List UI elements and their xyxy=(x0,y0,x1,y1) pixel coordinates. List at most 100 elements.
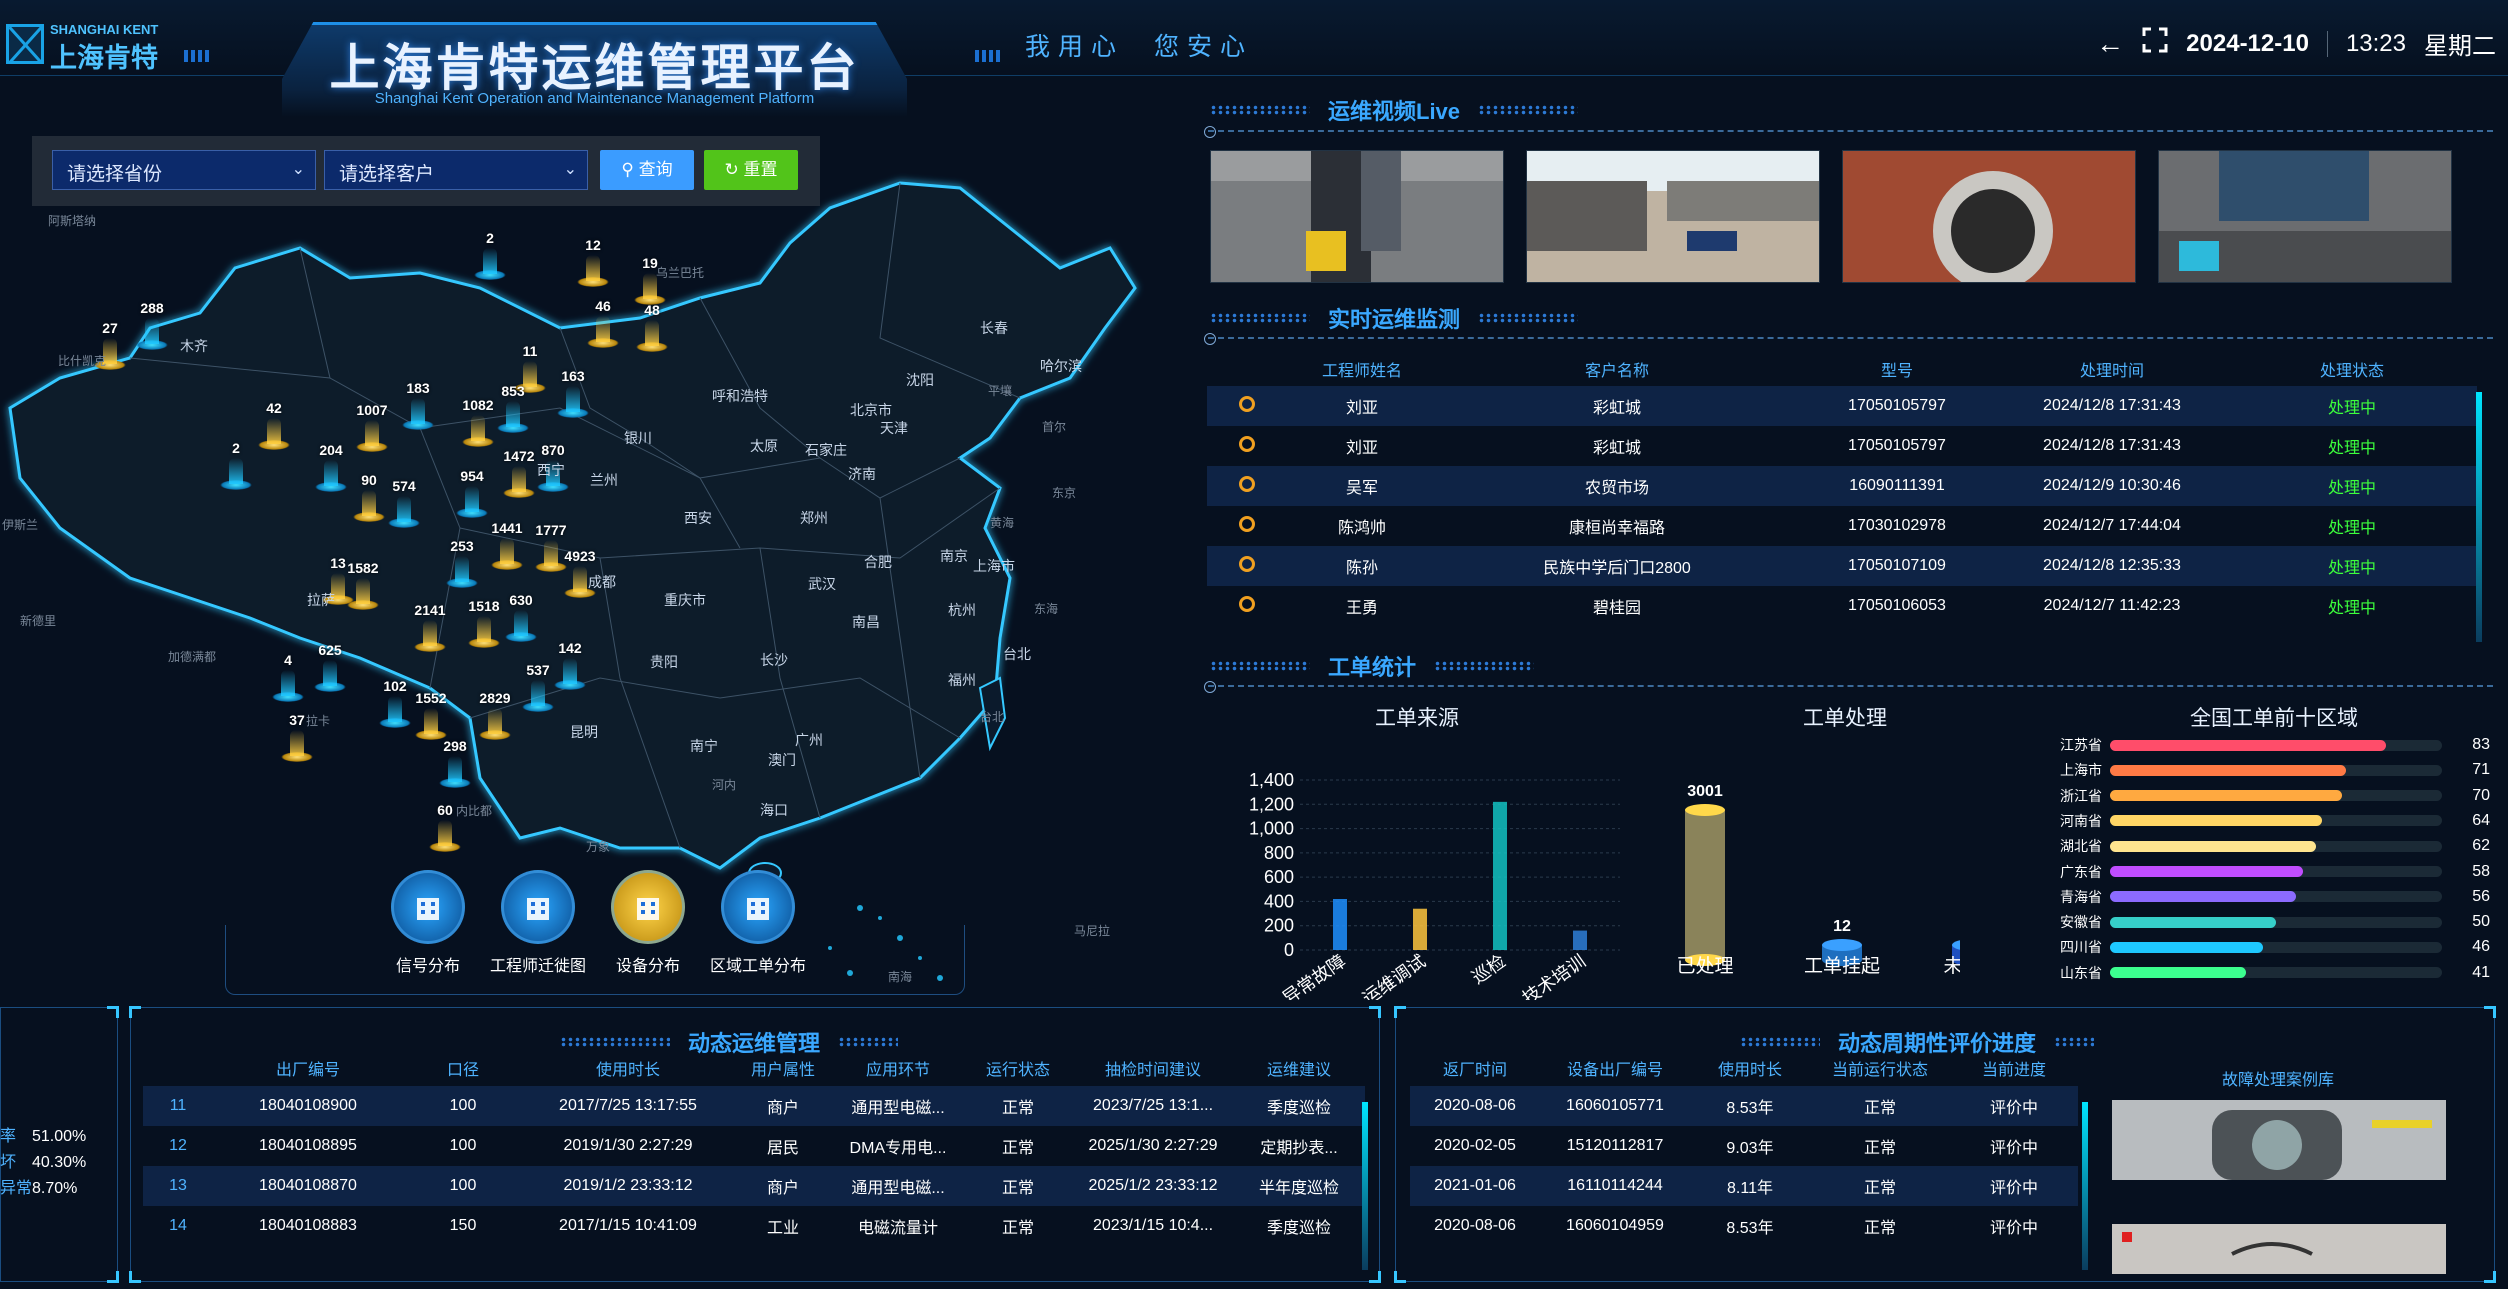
map-marker[interactable]: 102 xyxy=(375,678,415,728)
dynamic-scrollbar[interactable] xyxy=(1362,1102,1368,1270)
panel-corner xyxy=(1369,1006,1381,1018)
marker-value: 12 xyxy=(585,237,601,253)
region-label: 伊斯兰 xyxy=(2,518,39,532)
table-cell: 17050107109 xyxy=(1797,546,1997,586)
map-marker[interactable]: 46 xyxy=(583,298,623,348)
case-image-1[interactable] xyxy=(2112,1100,2446,1180)
table-row[interactable]: 14 18040108883 150 2017/1/15 10:41:09 工业 电磁流量… xyxy=(143,1206,1365,1246)
city-label: 西宁 xyxy=(537,462,565,478)
marker-pillar xyxy=(488,708,502,734)
table-row[interactable]: 2020-08-06 16060104959 8.53年 正常 评价中 xyxy=(1410,1206,2078,1246)
map-marker[interactable]: 204 xyxy=(311,442,351,492)
region-rank-row[interactable]: 青海省 56 xyxy=(2060,887,2490,907)
map-marker[interactable]: 42 xyxy=(254,400,294,450)
rank-track xyxy=(2110,891,2442,903)
map-marker[interactable]: 2 xyxy=(470,230,510,280)
map-marker[interactable]: 1007 xyxy=(352,402,392,452)
monitor-scrollbar[interactable] xyxy=(2476,392,2482,642)
map-marker[interactable]: 183 xyxy=(398,380,438,430)
map-marker[interactable]: 630 xyxy=(501,592,541,642)
province-select[interactable]: 请选择省份 ⌄ xyxy=(52,150,316,190)
table-row[interactable]: 2021-01-06 16110114244 8.11年 正常 评价中 xyxy=(1410,1166,2078,1206)
reset-button[interactable]: ↻ 重置 xyxy=(704,150,798,190)
map-marker[interactable]: 574 xyxy=(384,478,424,528)
case-image-2[interactable] xyxy=(2112,1224,2446,1274)
map-marker[interactable]: 853 xyxy=(493,383,533,433)
back-arrow-icon[interactable]: ← xyxy=(2096,28,2124,60)
table-row[interactable]: 刘亚 彩虹城 17050105797 2024/12/8 17:31:43 处理中 xyxy=(1207,386,2477,426)
video-feed-2[interactable] xyxy=(1526,150,1820,283)
map-marker[interactable]: 2141 xyxy=(410,602,450,652)
region-rank-row[interactable]: 安徽省 50 xyxy=(2060,912,2490,932)
table-row[interactable]: 陈孙 民族中学后门口2800 17050107109 2024/12/8 12:35:… xyxy=(1207,546,2477,586)
video-feed-3[interactable] xyxy=(1842,150,2136,283)
table-cell: 9.03年 xyxy=(1726,1140,1774,1157)
process-cylinder[interactable] xyxy=(1685,810,1725,960)
table-row[interactable]: 2020-02-05 15120112817 9.03年 正常 评价中 xyxy=(1410,1126,2078,1166)
map-nav-item[interactable]: 区域工单分布 xyxy=(698,870,818,976)
fullscreen-icon[interactable] xyxy=(2142,27,2168,60)
marker-pillar xyxy=(448,756,462,782)
region-rank-row[interactable]: 江苏省 83 xyxy=(2060,735,2490,755)
region-rank-row[interactable]: 山东省 41 xyxy=(2060,963,2490,983)
rank-fill xyxy=(2110,790,2343,802)
filter-bar: 请选择省份 ⌄ 请选择客户 ⌄ ⚲ 查询 ↻ 重置 xyxy=(32,136,820,206)
map-marker[interactable]: 4 xyxy=(268,652,308,702)
map-nav-item[interactable]: 信号分布 xyxy=(368,870,488,976)
table-row[interactable]: 王勇 碧桂园 17050106053 2024/12/7 11:42:23 处理中 xyxy=(1207,586,2477,626)
evaluation-scrollbar[interactable] xyxy=(2082,1102,2088,1270)
table-row[interactable]: 刘亚 彩虹城 17050105797 2024/12/8 17:31:43 处理中 xyxy=(1207,426,2477,466)
table-row[interactable]: 12 18040108895 100 2019/1/30 2:27:29 居民 DMA专用… xyxy=(143,1126,1365,1166)
map-marker[interactable]: 1518 xyxy=(464,598,504,648)
map-nav-item[interactable]: 工程师迁徙图 xyxy=(478,870,598,976)
table-row[interactable]: 吴军 农贸市场 16090111391 2024/12/9 10:30:46 处理中 xyxy=(1207,466,2477,506)
map-marker[interactable]: 954 xyxy=(452,468,492,518)
map-marker[interactable]: 1582 xyxy=(343,560,383,610)
region-rank-row[interactable]: 浙江省 70 xyxy=(2060,786,2490,806)
table-row[interactable]: 2020-08-06 16060105771 8.53年 正常 评价中 xyxy=(1410,1086,2078,1126)
bar[interactable] xyxy=(1573,930,1587,950)
map-marker[interactable]: 2 xyxy=(216,440,256,490)
video-feed-1[interactable] xyxy=(1210,150,1504,283)
region-rank-row[interactable]: 上海市 71 xyxy=(2060,760,2490,780)
map-marker[interactable]: 253 xyxy=(442,538,482,588)
table-row[interactable]: 陈鸿帅 康桓尚幸福路 17030102978 2024/12/7 17:44:04 处理… xyxy=(1207,506,2477,546)
table-cell: 正常 xyxy=(1863,1140,1896,1157)
map-marker[interactable]: 1082 xyxy=(458,397,498,447)
region-rank-row[interactable]: 广东省 58 xyxy=(2060,862,2490,882)
table-cell: 通用型电磁... xyxy=(833,1086,963,1126)
map-marker[interactable]: 1552 xyxy=(411,690,451,740)
map-nav-item[interactable]: 设备分布 xyxy=(588,870,708,976)
region-value: 56 xyxy=(2472,887,2490,905)
map-marker[interactable]: 1441 xyxy=(487,520,527,570)
map-marker[interactable]: 2829 xyxy=(475,690,515,740)
region-rank-row[interactable]: 河南省 64 xyxy=(2060,811,2490,831)
process-value: 3001 xyxy=(1687,783,1723,800)
y-tick-label: 1,200 xyxy=(1249,794,1294,814)
monitor-table: 工程师姓名 客户名称 型号 处理时间 处理状态 刘亚 彩虹城 17050105797 2024… xyxy=(1207,352,2477,626)
customer-select[interactable]: 请选择客户 ⌄ xyxy=(324,150,588,190)
map-marker[interactable]: 625 xyxy=(310,642,350,692)
marker-value: 42 xyxy=(266,400,282,416)
table-row[interactable]: 13 18040108870 100 2019/1/2 23:33:12 商户 通用型电磁… xyxy=(143,1166,1365,1206)
x-tick-label: 技术培训 xyxy=(1519,951,1589,1000)
map-marker[interactable]: 12 xyxy=(573,237,613,287)
table-cell: 正常 xyxy=(1001,1140,1034,1157)
map-marker[interactable]: 288 xyxy=(132,300,172,350)
map-marker[interactable]: 163 xyxy=(553,368,593,418)
table-cell: 13 xyxy=(143,1166,213,1206)
region-rank-row[interactable]: 湖北省 62 xyxy=(2060,836,2490,856)
table-cell: 100 xyxy=(403,1166,523,1206)
video-feed-4[interactable] xyxy=(2158,150,2452,283)
map-marker[interactable]: 90 xyxy=(349,472,389,522)
table-row[interactable]: 11 18040108900 100 2017/7/25 13:17:55 商户 通用型电… xyxy=(143,1086,1365,1126)
bar[interactable] xyxy=(1333,899,1347,950)
current-time: 13:23 xyxy=(2345,29,2406,57)
map-marker[interactable]: 298 xyxy=(435,738,475,788)
region-rank-row[interactable]: 四川省 46 xyxy=(2060,937,2490,957)
bar[interactable] xyxy=(1413,908,1427,950)
map-marker[interactable]: 48 xyxy=(632,302,672,352)
query-button[interactable]: ⚲ 查询 xyxy=(600,150,694,190)
bar[interactable] xyxy=(1493,801,1507,950)
map-marker[interactable]: 142 xyxy=(550,640,590,690)
